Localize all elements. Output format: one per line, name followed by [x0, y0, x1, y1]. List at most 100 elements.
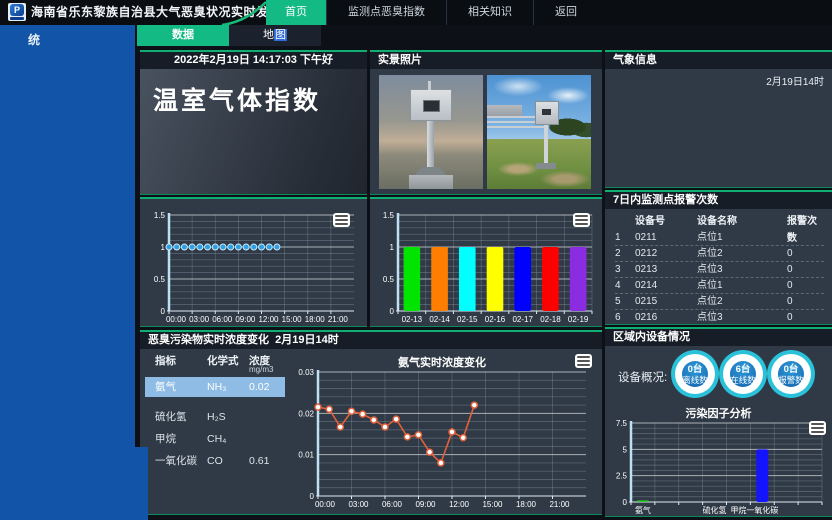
svg-text:18:00: 18:00 [516, 500, 537, 509]
svg-text:5: 5 [623, 445, 628, 454]
nav-item-2[interactable]: 相关知识 [446, 0, 533, 25]
svg-text:15:00: 15:00 [482, 500, 503, 509]
photo2-station-pole [544, 121, 548, 165]
dashboard-content: 数据 地图 2022年2月19日 14:17:03 下午好 温室气体指数 实景照… [135, 25, 832, 520]
ammonia-line-chart: 氨气实时浓度变化 00.010.020.0300:0003:0006:0009:… [288, 354, 596, 512]
greenhouse-body: 温室气体指数 [140, 69, 367, 194]
odor-concentration-table: 指标化学式浓度mg/m3氨气NH₃0.02硫化氢H₂S甲烷CH₄一氧化碳CO0.… [145, 351, 285, 511]
nav-item-1[interactable]: 监测点恶臭指数 [326, 0, 446, 25]
tab-data[interactable]: 数据 [137, 25, 229, 46]
unit-label: mg/m3 [249, 365, 273, 374]
panel-device-trend-chart: 00.511.500:0003:0006:0009:0012:0015:0018… [140, 197, 367, 327]
svg-text:18:00: 18:00 [305, 315, 326, 324]
photo1-station-antenna [428, 81, 431, 90]
chart-menu-icon[interactable] [809, 421, 826, 435]
svg-text:1.5: 1.5 [154, 211, 166, 220]
daily-index-bar-chart: 00.511.502-1302-1402-1502-1602-1702-1802… [372, 209, 600, 326]
nav-item-0[interactable]: 首页 [266, 0, 326, 25]
stat-circle-1: 6台在线数 [719, 350, 767, 398]
ammonia-chart-title: 氨气实时浓度变化 [288, 354, 596, 370]
odor-row-2: 甲烷CH₄ [145, 429, 285, 449]
datetime-header: 2022年2月19日 14:17:03 下午好 [140, 52, 367, 69]
svg-text:7.5: 7.5 [616, 419, 628, 428]
site-photo-field [487, 75, 591, 189]
svg-text:09:00: 09:00 [415, 500, 436, 509]
device-overview-label: 设备概况: [618, 369, 667, 385]
odor-row-1: 硫化氢H₂S [145, 407, 285, 427]
svg-text:0: 0 [390, 307, 395, 316]
photo1-station-pedestal [409, 175, 453, 189]
alarm-panel-title: 7日内监测点报警次数 [605, 192, 832, 209]
devices-panel-title: 区域内设备情况 [605, 329, 832, 346]
svg-text:00:00: 00:00 [315, 500, 336, 509]
logo-glyph: P [10, 4, 24, 16]
app-logo: P [8, 3, 26, 21]
svg-text:1: 1 [390, 243, 395, 252]
panel-alarm-counts: 7日内监测点报警次数 设备号设备名称报警次数10211点位1020212点位20… [605, 190, 832, 325]
blue-corner-notch [135, 447, 148, 520]
svg-text:0.02: 0.02 [298, 409, 314, 418]
odor-row-0: 氨气NH₃0.02 [145, 377, 285, 397]
top-bar: P 海南省乐东黎族自治县大气恶臭状况实时发布系 首页监测点恶臭指数相关知识返回 [0, 0, 832, 25]
svg-text:02-16: 02-16 [485, 315, 506, 324]
alarm-table-row: 20212点位20 [615, 246, 824, 262]
svg-text:02-15: 02-15 [457, 315, 478, 324]
site-photo-sunset [379, 75, 483, 189]
svg-text:06:00: 06:00 [382, 500, 403, 509]
svg-text:1: 1 [161, 243, 166, 252]
panel-weather-info: 气象信息 2月19日14时 [605, 50, 832, 188]
svg-text:03:00: 03:00 [189, 315, 210, 324]
svg-text:硫化氢: 硫化氢 [703, 505, 727, 515]
photo2-station-base [536, 163, 556, 169]
stat-circle-0: 0台离线数 [671, 350, 719, 398]
panel-odor-realtime: 恶臭污染物实时浓度变化 2月19日14时 指标化学式浓度mg/m3氨气NH₃0.… [140, 330, 602, 515]
swoosh-decoration [220, 0, 268, 30]
svg-text:0: 0 [310, 492, 315, 501]
svg-text:2.5: 2.5 [616, 472, 628, 481]
alarm-table-row: 60216点位30 [615, 310, 824, 325]
odor-panel-time: 2月19日14时 [275, 334, 339, 346]
photo2-station-cabinet [535, 101, 559, 125]
photo2-station-screen [542, 109, 551, 115]
photos-panel-title: 实景照片 [370, 52, 602, 69]
svg-text:1.5: 1.5 [383, 211, 395, 220]
photo1-station-pole [427, 117, 434, 169]
greenhouse-headline: 温室气体指数 [153, 81, 321, 117]
chart-menu-icon[interactable] [573, 213, 590, 227]
panel-greenhouse-index: 2022年2月19日 14:17:03 下午好 温室气体指数 [140, 50, 367, 195]
alarm-table-row: 30213点位30 [615, 262, 824, 278]
alarm-table-header: 设备号设备名称报警次数 [615, 213, 824, 230]
svg-text:21:00: 21:00 [328, 315, 349, 324]
weather-panel-title: 气象信息 [605, 52, 832, 69]
alarm-table-row: 40214点位10 [615, 278, 824, 294]
svg-text:0: 0 [161, 307, 166, 316]
device-trend-chart: 00.511.500:0003:0006:0009:0012:0015:0018… [143, 209, 364, 326]
svg-text:06:00: 06:00 [212, 315, 233, 324]
svg-text:0.5: 0.5 [154, 275, 166, 284]
svg-text:02-18: 02-18 [540, 315, 561, 324]
svg-text:0: 0 [623, 498, 628, 507]
left-blue-background: 统 [0, 25, 135, 520]
stat-circle-2: 0台报警数 [767, 350, 815, 398]
svg-text:00:00: 00:00 [166, 315, 187, 324]
chart-menu-icon[interactable] [333, 213, 350, 227]
alarm-table-row: 50215点位20 [615, 294, 824, 310]
alarm-table: 设备号设备名称报警次数10211点位1020212点位2030213点位3040… [615, 213, 824, 325]
title-wrapped-char: 统 [28, 31, 40, 48]
odor-panel-title: 恶臭污染物实时浓度变化 2月19日14时 [140, 332, 602, 349]
svg-text:甲烷: 甲烷 [730, 505, 746, 515]
nav-item-3[interactable]: 返回 [533, 0, 598, 25]
map-tab-selected-char: 图 [274, 29, 287, 41]
photo-strip [379, 75, 591, 189]
svg-text:0.5: 0.5 [383, 275, 395, 284]
main-nav: 首页监测点恶臭指数相关知识返回 [266, 0, 598, 25]
svg-text:15:00: 15:00 [282, 315, 303, 324]
svg-text:12:00: 12:00 [449, 500, 470, 509]
photo1-station-cabinet [410, 89, 452, 121]
svg-text:氨气: 氨气 [635, 505, 651, 515]
svg-text:一氧化碳: 一氧化碳 [746, 505, 778, 515]
svg-text:02-19: 02-19 [568, 315, 589, 324]
chart-menu-icon[interactable] [575, 354, 592, 368]
svg-text:03:00: 03:00 [348, 500, 369, 509]
svg-text:0.01: 0.01 [298, 451, 314, 460]
